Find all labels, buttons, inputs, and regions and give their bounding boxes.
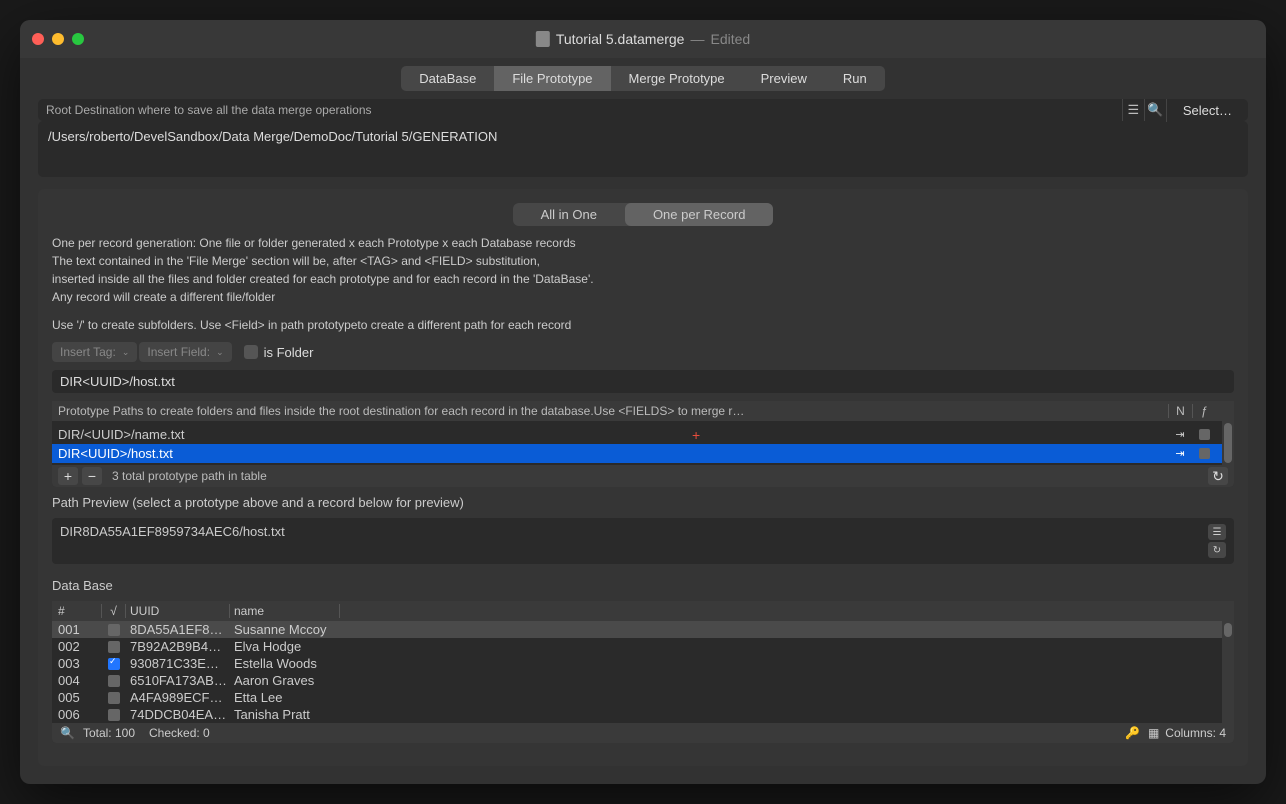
database-label: Data Base (52, 578, 1234, 593)
tab-preview[interactable]: Preview (743, 66, 825, 91)
prototype-table-header: Prototype Paths to create folders and fi… (52, 401, 1234, 421)
row-checkbox[interactable] (108, 709, 120, 721)
columns-icon[interactable]: ▦ (1148, 726, 1159, 740)
titlebar: Tutorial 5.datamerge — Edited (20, 20, 1266, 58)
key-icon[interactable]: 🔑 (1125, 726, 1140, 740)
chevron-down-icon: ⌄ (122, 347, 130, 358)
insert-tag-dropdown[interactable]: Insert Tag:⌄ (52, 342, 137, 362)
database-footer: 🔍 Total: 100 Checked: 0 🔑 ▦ Columns: 4 (52, 723, 1234, 743)
mode-all-in-one[interactable]: All in One (513, 203, 625, 226)
refresh-icon[interactable]: ↻ (1208, 467, 1228, 485)
folder-checkbox[interactable] (1199, 429, 1210, 440)
title-status: Edited (710, 31, 750, 47)
close-icon[interactable] (32, 33, 44, 45)
prototype-footer: + − 3 total prototype path in table ↻ (52, 465, 1234, 487)
row-checkbox[interactable] (108, 641, 120, 653)
prototype-row[interactable]: DIR<UUID>/host.txt ⇥ (52, 444, 1222, 463)
tab-file-prototype[interactable]: File Prototype (494, 66, 610, 91)
select-button[interactable]: Select… (1166, 99, 1248, 122)
row-checkbox[interactable] (108, 675, 120, 687)
window-title: Tutorial 5.datamerge — Edited (536, 31, 750, 47)
prototype-panel: All in One One per Record One per record… (38, 189, 1248, 766)
minimize-icon[interactable] (52, 33, 64, 45)
maximize-icon[interactable] (72, 33, 84, 45)
preview-value: DIR8DA55A1EF8959734AEC6/host.txt (60, 524, 1208, 558)
destination-path[interactable]: /Users/roberto/DevelSandbox/Data Merge/D… (38, 121, 1248, 177)
database-header: # √ UUID name (52, 601, 1234, 621)
expand-icon[interactable]: ⇥ (1168, 447, 1192, 460)
folder-checkbox[interactable] (1199, 448, 1210, 459)
table-row[interactable]: 0027B92A2B9B4…Elva Hodge (52, 638, 1222, 655)
content: Root Destination where to save all the d… (20, 99, 1266, 784)
prototype-row[interactable]: DIR/<UUID>/name.txt + ⇥ (52, 425, 1222, 444)
table-row[interactable]: 0046510FA173AB…Aaron Graves (52, 672, 1222, 689)
list-icon[interactable]: ☰ (1122, 99, 1144, 121)
table-row[interactable]: 005A4FA989ECF…Etta Lee (52, 689, 1222, 706)
prototype-table: Prototype Paths to create folders and fi… (52, 401, 1234, 487)
is-folder-checkbox[interactable] (244, 345, 258, 359)
add-button[interactable]: + (58, 467, 78, 485)
table-row[interactable]: 0018DA55A1EF8…Susanne Mccoy (52, 621, 1222, 638)
preview-label: Path Preview (select a prototype above a… (52, 495, 1234, 510)
traffic-lights (32, 33, 84, 45)
scrollbar[interactable] (1222, 621, 1234, 723)
row-checkbox[interactable] (108, 658, 120, 670)
prototype-path-input[interactable]: DIR<UUID>/host.txt (52, 370, 1234, 393)
tab-database[interactable]: DataBase (401, 66, 494, 91)
mode-one-per-record[interactable]: One per Record (625, 203, 774, 226)
expand-icon[interactable]: ⇥ (1168, 428, 1192, 441)
insert-controls: Insert Tag:⌄ Insert Field:⌄ is Folder (52, 342, 1234, 362)
search-icon[interactable]: 🔍 (1144, 99, 1166, 121)
plus-icon: + (692, 427, 700, 443)
title-dash: — (690, 31, 704, 47)
table-row[interactable]: 003930871C33E…Estella Woods (52, 655, 1222, 672)
chevron-down-icon: ⌄ (216, 347, 224, 358)
destination-bar: Root Destination where to save all the d… (38, 99, 1248, 121)
tab-run[interactable]: Run (825, 66, 885, 91)
database-table: # √ UUID name 0018DA55A1EF8…Susanne Mcco… (52, 601, 1234, 743)
row-checkbox[interactable] (108, 692, 120, 704)
mode-segment: All in One One per Record (513, 203, 774, 226)
insert-field-dropdown[interactable]: Insert Field:⌄ (139, 342, 231, 362)
destination-label: Root Destination where to save all the d… (38, 99, 1122, 121)
title-text: Tutorial 5.datamerge (556, 31, 685, 47)
list-icon[interactable]: ☰ (1208, 524, 1226, 540)
file-icon (536, 31, 550, 47)
table-row[interactable]: 00674DDCB04EA…Tanisha Pratt (52, 706, 1222, 723)
tab-merge-prototype[interactable]: Merge Prototype (611, 66, 743, 91)
preview-box: DIR8DA55A1EF8959734AEC6/host.txt ☰ ↻ (52, 518, 1234, 564)
main-tabs: DataBase File Prototype Merge Prototype … (20, 58, 1266, 99)
is-folder-label: is Folder (264, 345, 314, 360)
row-checkbox[interactable] (108, 624, 120, 636)
refresh-icon[interactable]: ↻ (1208, 542, 1226, 558)
search-icon[interactable]: 🔍 (60, 726, 75, 740)
remove-button[interactable]: − (82, 467, 102, 485)
app-window: Tutorial 5.datamerge — Edited DataBase F… (20, 20, 1266, 784)
description: One per record generation: One file or f… (52, 234, 1234, 334)
scrollbar[interactable] (1222, 421, 1234, 465)
